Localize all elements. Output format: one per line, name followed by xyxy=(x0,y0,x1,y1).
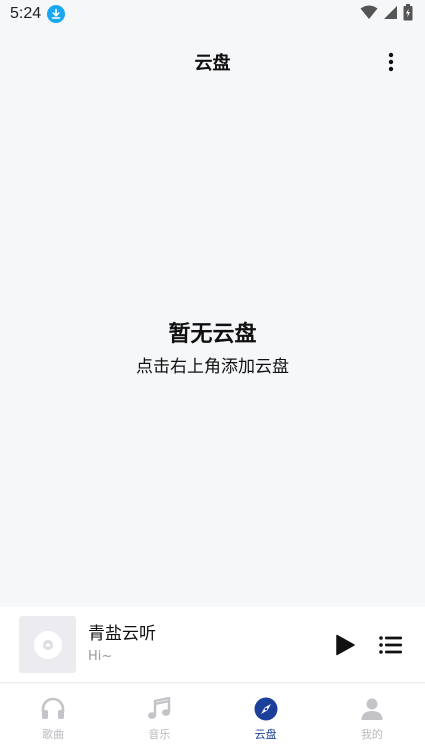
playlist-icon xyxy=(379,635,402,654)
play-button[interactable] xyxy=(330,630,360,660)
empty-state-subtitle: 点击右上角添加云盘 xyxy=(136,357,289,377)
download-notification-icon xyxy=(47,5,66,23)
track-title: 青盐云听 xyxy=(88,624,156,644)
more-vertical-icon xyxy=(388,52,394,72)
nav-item-songs[interactable]: 歌曲 xyxy=(0,684,106,756)
playlist-button[interactable] xyxy=(376,630,406,660)
mini-player[interactable]: 青盐云听 Hi~ xyxy=(0,607,425,683)
play-icon xyxy=(336,634,355,655)
app-bar: 云盘 xyxy=(0,40,425,84)
nav-label: 歌曲 xyxy=(42,728,65,741)
status-bar: 5:24 xyxy=(0,0,425,28)
more-options-button[interactable] xyxy=(379,50,403,74)
status-time: 5:24 xyxy=(10,5,42,22)
track-info[interactable]: 青盐云听 Hi~ xyxy=(88,622,330,667)
bottom-nav: 歌曲 音乐 云盘 我的 xyxy=(0,684,425,756)
screen: 5:24 云盘 暂无云盘 点击右上角添加云盘 青盐云听 Hi~ 歌曲 音乐 云盘… xyxy=(0,0,425,756)
page-title: 云盘 xyxy=(194,53,231,74)
nav-item-cloud-drive[interactable]: 云盘 xyxy=(213,684,319,756)
nav-label: 我的 xyxy=(360,728,383,741)
track-subtitle: Hi~ xyxy=(88,649,113,664)
headphones-icon xyxy=(40,696,66,722)
music-note-icon xyxy=(146,696,172,722)
person-icon xyxy=(359,696,385,722)
nav-item-profile[interactable]: 我的 xyxy=(319,684,425,756)
nav-label: 音乐 xyxy=(148,728,171,741)
disc-icon xyxy=(33,630,62,659)
empty-state-title: 暂无云盘 xyxy=(168,322,257,347)
compass-icon xyxy=(253,696,279,722)
album-cover[interactable] xyxy=(19,616,76,673)
status-right xyxy=(360,3,413,25)
nav-label: 云盘 xyxy=(254,728,277,741)
empty-state: 暂无云盘 点击右上角添加云盘 xyxy=(0,318,425,380)
signal-icon xyxy=(383,5,398,24)
nav-item-music[interactable]: 音乐 xyxy=(106,684,212,756)
wifi-icon xyxy=(360,5,378,24)
status-left: 5:24 xyxy=(10,5,66,23)
battery-icon xyxy=(403,3,413,25)
